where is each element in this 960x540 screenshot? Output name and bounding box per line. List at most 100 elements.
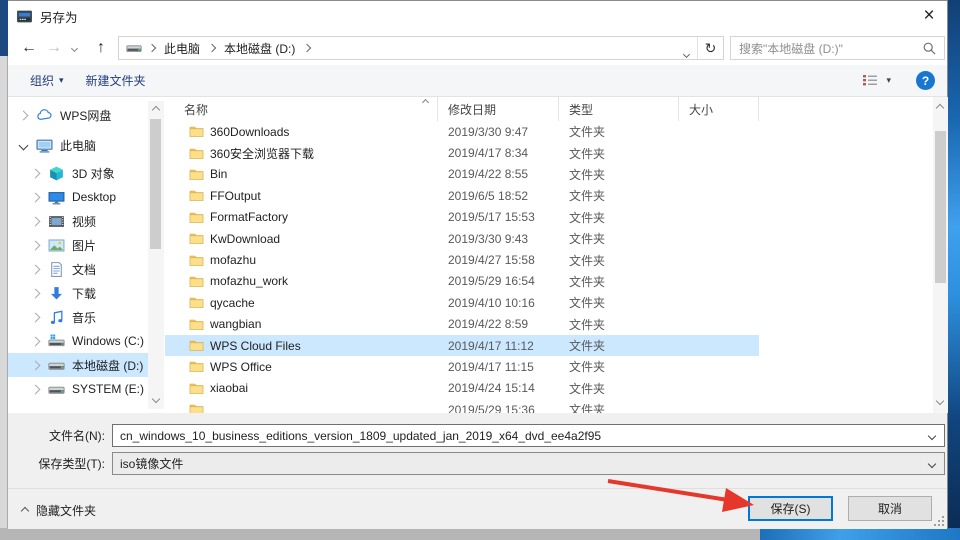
- table-row[interactable]: FFOutput 2019/6/5 18:52 文件夹: [165, 185, 759, 206]
- sidebar-item-7[interactable]: 下载: [8, 281, 148, 305]
- scroll-up-icon[interactable]: [151, 106, 159, 114]
- table-row[interactable]: 360Downloads 2019/3/30 9:47 文件夹: [165, 121, 759, 142]
- filetype-select[interactable]: iso镜像文件: [112, 452, 945, 475]
- title-bar[interactable]: 另存为 ×: [8, 1, 947, 31]
- close-icon[interactable]: ×: [913, 1, 945, 31]
- expander-chevron-icon[interactable]: [31, 384, 41, 394]
- table-row[interactable]: KwDownload 2019/3/30 9:43 文件夹: [165, 228, 759, 249]
- sidebar-item-10[interactable]: 本地磁盘 (D:): [8, 353, 148, 377]
- sidebar-item-4[interactable]: 视频: [8, 209, 148, 233]
- sidebar-item-9[interactable]: Windows (C:): [8, 329, 148, 353]
- background-window-sliver: [0, 0, 8, 528]
- folder-icon: [189, 189, 204, 202]
- hide-folders-button[interactable]: 隐藏文件夹: [22, 502, 96, 519]
- sidebar-item-1[interactable]: 此电脑: [8, 133, 148, 157]
- scroll-down-icon[interactable]: [936, 397, 944, 405]
- column-header-date[interactable]: 修改日期: [438, 97, 559, 121]
- expander-chevron-icon[interactable]: [31, 336, 41, 346]
- app-icon: [16, 8, 33, 25]
- expander-chevron-icon[interactable]: [31, 168, 41, 178]
- sidebar-item-label: 文档: [72, 261, 96, 278]
- filename-section: 文件名(N): cn_windows_10_business_editions_…: [8, 413, 947, 488]
- breadcrumb-chevron-icon: [208, 44, 216, 52]
- breadcrumb-local-disk-d[interactable]: 本地磁盘 (D:): [224, 40, 295, 57]
- expander-chevron-icon[interactable]: [31, 312, 41, 322]
- breadcrumb-this-pc[interactable]: 此电脑: [164, 40, 200, 57]
- sidebar-item-3[interactable]: Desktop: [8, 185, 148, 209]
- table-row[interactable]: WPS Office 2019/4/17 11:15 文件夹: [165, 356, 759, 377]
- folder-icon: [189, 211, 204, 224]
- scroll-up-icon[interactable]: [936, 104, 944, 112]
- refresh-icon[interactable]: ↻: [697, 37, 723, 59]
- history-chevron-icon[interactable]: [66, 36, 82, 60]
- sidebar-item-8[interactable]: 音乐: [8, 305, 148, 329]
- sidebar-item-2[interactable]: 3D 对象: [8, 161, 148, 185]
- expander-chevron-icon[interactable]: [31, 288, 41, 298]
- table-row[interactable]: mofazhu 2019/4/27 15:58 文件夹: [165, 249, 759, 270]
- address-bar[interactable]: 此电脑 本地磁盘 (D:) ↻: [118, 36, 724, 60]
- scrollbar-thumb[interactable]: [150, 119, 161, 249]
- sidebar-item-5[interactable]: 图片: [8, 233, 148, 257]
- search-input[interactable]: 搜索"本地磁盘 (D:)": [730, 36, 945, 60]
- expander-chevron-icon[interactable]: [31, 240, 41, 250]
- save-button[interactable]: 保存(S): [748, 496, 833, 521]
- column-header-name[interactable]: 名称: [165, 97, 438, 121]
- folder-icon: [189, 125, 204, 138]
- expander-chevron-icon[interactable]: [31, 360, 41, 370]
- table-row[interactable]: WPS Cloud Files 2019/4/17 11:12 文件夹: [165, 335, 759, 356]
- column-header-type[interactable]: 类型: [559, 97, 679, 121]
- sidebar-item-0[interactable]: WPS网盘: [8, 103, 148, 127]
- help-button[interactable]: ?: [916, 71, 935, 90]
- expander-chevron-icon[interactable]: [31, 216, 41, 226]
- back-icon[interactable]: ←: [16, 36, 42, 60]
- expander-chevron-icon[interactable]: [19, 110, 29, 120]
- file-name: qycache: [210, 296, 255, 310]
- file-date: 2019/4/22 8:55: [438, 167, 559, 181]
- file-type: 文件夹: [559, 273, 679, 290]
- chevron-down-icon: ▾: [59, 75, 64, 86]
- file-date: 2019/4/17 11:15: [438, 360, 559, 374]
- table-row[interactable]: wangbian 2019/4/22 8:59 文件夹: [165, 314, 759, 335]
- resize-grip[interactable]: [933, 515, 944, 526]
- expander-chevron-icon[interactable]: [31, 264, 41, 274]
- table-row[interactable]: FormatFactory 2019/5/17 15:53 文件夹: [165, 207, 759, 228]
- cancel-button[interactable]: 取消: [848, 496, 932, 521]
- expander-chevron-icon[interactable]: [31, 192, 41, 202]
- table-row[interactable]: xiaobai 2019/4/24 15:14 文件夹: [165, 378, 759, 399]
- address-dropdown-icon[interactable]: [684, 46, 689, 60]
- scroll-down-icon[interactable]: [151, 395, 159, 403]
- table-row[interactable]: mofazhu_work 2019/5/29 16:54 文件夹: [165, 271, 759, 292]
- details-view-icon[interactable]: [862, 73, 878, 87]
- sidebar-scrollbar[interactable]: [148, 101, 164, 409]
- drive-icon: [48, 357, 65, 374]
- save-as-dialog: 另存为 × ← → ↑ 此电脑 本地磁盘 (D:) ↻ 搜索"本地磁盘 (D:)…: [8, 0, 948, 528]
- search-placeholder: 搜索"本地磁盘 (D:)": [739, 40, 843, 57]
- file-type: 文件夹: [559, 209, 679, 226]
- new-folder-button[interactable]: 新建文件夹: [86, 72, 146, 89]
- file-type: 文件夹: [559, 166, 679, 183]
- file-name: WPS Cloud Files: [210, 339, 301, 353]
- sidebar-item-6[interactable]: 文档: [8, 257, 148, 281]
- file-list: 名称 修改日期 类型 大小 360Downloads 2019/3/30 9:4…: [165, 97, 948, 413]
- organize-button[interactable]: 组织▾: [30, 72, 64, 89]
- chevron-down-icon[interactable]: [928, 459, 936, 467]
- scrollbar-thumb[interactable]: [935, 131, 946, 283]
- list-scrollbar[interactable]: [933, 97, 948, 413]
- sidebar-item-11[interactable]: SYSTEM (E:): [8, 377, 148, 401]
- file-type: 文件夹: [559, 230, 679, 247]
- table-row[interactable]: 360安全浏览器下载 2019/4/17 8:34 文件夹: [165, 142, 759, 163]
- table-row[interactable]: Bin 2019/4/22 8:55 文件夹: [165, 164, 759, 185]
- desktop-wallpaper-bottom: [760, 528, 960, 540]
- filename-label: 文件名(N):: [8, 427, 105, 444]
- up-icon[interactable]: ↑: [88, 36, 114, 60]
- expander-chevron-icon[interactable]: [19, 140, 29, 150]
- search-icon[interactable]: [922, 41, 937, 59]
- filename-input[interactable]: cn_windows_10_business_editions_version_…: [112, 424, 945, 447]
- table-row[interactable]: 2019/5/29 15:36 文件夹: [165, 399, 759, 413]
- file-type: 文件夹: [559, 294, 679, 311]
- chevron-up-icon: [21, 506, 29, 514]
- chevron-down-icon[interactable]: [928, 431, 936, 439]
- table-row[interactable]: qycache 2019/4/10 10:16 文件夹: [165, 292, 759, 313]
- view-dropdown-icon[interactable]: ▾: [886, 75, 891, 86]
- column-header-size[interactable]: 大小: [679, 97, 759, 121]
